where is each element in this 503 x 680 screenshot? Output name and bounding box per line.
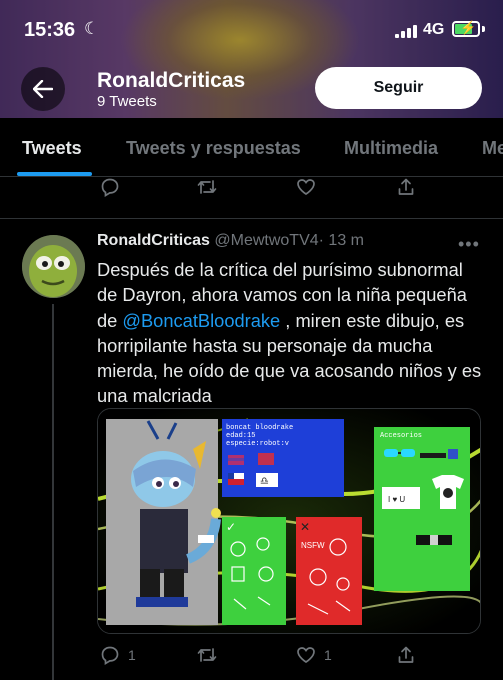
tweet-image[interactable]: boncat bloodrake edad:15 especie:robot:v…: [97, 408, 481, 634]
tab-likes[interactable]: Me: [482, 138, 503, 159]
arrow-left-icon: [33, 80, 53, 98]
retweet-icon: [197, 180, 217, 194]
image-info-line: especie:robot:v: [226, 440, 289, 448]
heart-icon: [297, 647, 315, 664]
thread-line: [52, 304, 54, 680]
tweet-separator: ·: [318, 232, 324, 249]
image-info-line: boncat bloodrake: [226, 424, 293, 432]
moon-icon: ☾: [84, 19, 100, 38]
tab-tweets-and-replies[interactable]: Tweets y respuestas: [126, 138, 301, 159]
image-info-line: edad:15: [226, 432, 255, 440]
share-icon: [398, 646, 414, 663]
shirt-text: I ♥ U: [388, 495, 405, 504]
tab-media[interactable]: Multimedia: [344, 138, 438, 159]
battery-icon: ⚡: [452, 20, 480, 37]
avatar[interactable]: [22, 235, 85, 298]
reply-icon: [101, 646, 119, 665]
reply-button[interactable]: [100, 177, 120, 197]
tweet-author-name[interactable]: RonaldCriticas: [97, 232, 210, 249]
status-bar: 15:36 ☾ 4G ⚡: [0, 0, 503, 62]
accessories-label: Accesorios: [380, 432, 422, 440]
tweet-mention-link[interactable]: @BoncatBloodrake: [122, 310, 280, 331]
share-icon: [398, 178, 414, 195]
reply-count: 1: [128, 647, 136, 663]
retweet-icon: [197, 648, 217, 662]
tweet-author-handle[interactable]: @MewtwoTV4: [214, 232, 318, 249]
heart-icon: [297, 179, 315, 196]
tweet-text: Después de la crítica del purísimo subno…: [97, 257, 483, 409]
like-count: 1: [324, 647, 332, 663]
svg-text:♎: ♎: [260, 476, 269, 487]
retweet-button[interactable]: [196, 645, 226, 665]
tweet-timestamp[interactable]: 13 m: [328, 232, 364, 249]
tweet-actions: 1 1: [97, 645, 481, 669]
retweet-button[interactable]: [196, 177, 218, 197]
previous-tweet-actions: [97, 177, 481, 199]
status-time: 15:36: [24, 19, 76, 41]
nsfw-label: NSFW: [301, 541, 325, 550]
dislikes-cross: ✕: [300, 520, 310, 534]
share-button[interactable]: [396, 645, 416, 665]
tweet-header: RonaldCriticas @MewtwoTV4· 13 m: [97, 232, 364, 250]
tab-tweets[interactable]: Tweets: [22, 138, 82, 159]
reply-button[interactable]: 1: [100, 645, 136, 665]
back-button[interactable]: [21, 67, 65, 111]
like-button[interactable]: 1: [296, 645, 332, 665]
tweet-count: 9 Tweets: [97, 93, 157, 110]
network-type: 4G: [423, 21, 445, 38]
likes-check: ✓: [226, 520, 236, 534]
share-button[interactable]: [396, 177, 416, 197]
like-button[interactable]: [296, 177, 316, 197]
signal-icon: [395, 24, 417, 38]
profile-tabs: Tweets Tweets y respuestas Multimedia Me: [0, 118, 503, 177]
more-options-icon[interactable]: •••: [458, 234, 480, 255]
follow-button[interactable]: Seguir: [315, 67, 482, 109]
tweet-divider: [0, 218, 503, 219]
reply-icon: [101, 178, 119, 197]
active-tab-indicator: [17, 172, 92, 176]
profile-name: RonaldCriticas: [97, 69, 246, 92]
battery-tip: [482, 26, 485, 32]
